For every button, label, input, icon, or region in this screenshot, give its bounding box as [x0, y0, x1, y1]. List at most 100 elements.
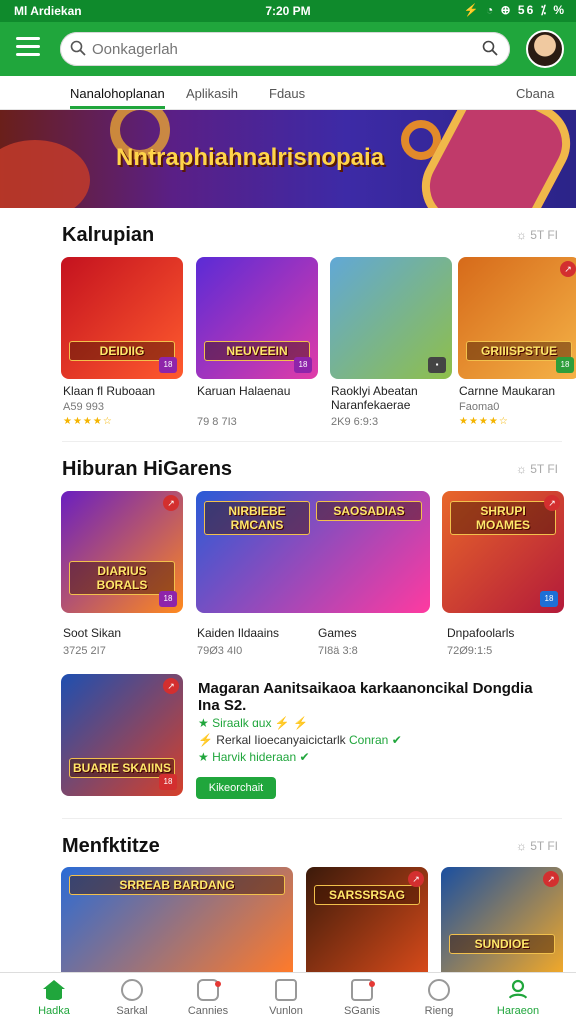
top-tabs: Nanalohoplanan Aplikasih Fdaus Cbana [0, 76, 576, 110]
section-more-link[interactable]: ☼ 5T FI [516, 839, 558, 853]
app-bar [0, 22, 576, 76]
featured-line: ★ Harvik hideraan ✔ [198, 750, 310, 764]
nav-label: SGanis [343, 1005, 381, 1017]
search-submit-icon[interactable] [482, 40, 498, 56]
app-meta: 7I8ä 3:8 [318, 645, 358, 657]
rating-stars: ★★★★☆ [63, 416, 113, 427]
notification-dot [369, 981, 375, 987]
app-meta: Faoma0 [459, 401, 500, 413]
nav-sarkal[interactable]: Sarkal [96, 979, 168, 1017]
app-name[interactable]: Carnne Maukaran [459, 384, 569, 398]
home-icon [43, 980, 65, 1000]
card-badge: 18 [294, 357, 312, 373]
card-corner-badge: ↗ [163, 495, 179, 511]
card-corner-badge: ↗ [544, 495, 560, 511]
card-corner-badge: ↗ [408, 871, 424, 887]
app-card-wide[interactable]: NIRBIEBE RMCANS SAOSADIAS [196, 491, 430, 613]
menu-icon[interactable] [16, 37, 40, 57]
app-meta: 72Ø9:1:5 [447, 645, 493, 657]
app-card[interactable]: DEIDIIG 18 [61, 257, 183, 379]
nav-label: Sarkal [116, 1005, 148, 1017]
featured-line-text: ⚡ Rerkal Iioecanyaicictarlk [198, 733, 346, 747]
card-art-title: SHRUPI MOAMES [450, 501, 556, 535]
card-badge: 18 [159, 357, 177, 373]
card-corner-badge: ↗ [163, 678, 179, 694]
app-card[interactable]: SARSSRSAG ↗ [306, 867, 428, 972]
nav-rieng[interactable]: Rieng [403, 979, 475, 1017]
featured-line-text: ★ Siraalk ɑux ⚡ ⚡ [198, 716, 309, 730]
nav-profile[interactable]: Haraeon [482, 979, 554, 1017]
search-icon [70, 40, 86, 56]
app-name[interactable]: Karuan Halaenau [197, 384, 322, 398]
app-meta: 79 8 7I3 [197, 416, 237, 428]
app-meta: A59 993 [63, 401, 104, 413]
nav-label: Rieng [424, 1005, 454, 1017]
section-more-link[interactable]: ☼ 5T FI [516, 228, 558, 242]
app-card[interactable]: SHRUPI MOAMES ↗ 18 [442, 491, 564, 613]
app-meta: 3725 2I7 [63, 645, 106, 657]
section-divider [62, 441, 562, 442]
app-name[interactable]: Raoklyi Abeatan Naranfekaerae [331, 384, 451, 412]
nav-label: Vunlon [269, 1005, 303, 1017]
promo-banner[interactable]: Nntraphiahnalrisnopaia [0, 110, 576, 208]
search-input[interactable] [92, 39, 472, 59]
tab-apps[interactable]: Aplikasih [186, 86, 238, 101]
section-title: Menfktitze [62, 835, 160, 857]
card-badge: 18 [159, 591, 177, 607]
featured-card[interactable]: BUARIE SKAIINS ↗ 18 [61, 674, 183, 796]
tab-home[interactable]: Nanalohoplanan [70, 86, 165, 109]
search-bar[interactable] [60, 32, 510, 66]
card-art-title: SAOSADIAS [316, 501, 422, 521]
nav-label: Cannies [187, 1005, 229, 1017]
card-badge: 18 [159, 774, 177, 790]
card-badge: 18 [540, 591, 558, 607]
section-title: Hiburan HiGarens [62, 458, 233, 480]
notifications-icon [428, 979, 450, 1001]
rating-stars: ★★★★☆ [459, 416, 509, 427]
profile-icon [507, 979, 529, 1001]
app-name[interactable]: Klaan fl Ruboaan [63, 384, 188, 398]
featured-title[interactable]: Magaran Aanitsaikaoa karkaanoncikal Dong… [198, 680, 538, 714]
nav-sganis[interactable]: SGanis [326, 979, 398, 1017]
card-badge: ▪ [428, 357, 446, 373]
section-divider [62, 818, 562, 819]
card-art-title: SUNDIOE [449, 934, 555, 954]
app-card-wide[interactable]: SRREAB BARDANG [61, 867, 293, 972]
app-card[interactable]: NEUVEEIN 18 [196, 257, 318, 379]
banner-title: Nntraphiahnalrisnopaia [116, 144, 385, 171]
tab-cbana[interactable]: Cbana [516, 86, 554, 101]
app-name[interactable]: Games [318, 626, 357, 640]
app-card[interactable]: GRIIISPSTUE ↗ 18 [458, 257, 576, 379]
section-more-link[interactable]: ☼ 5T FI [516, 462, 558, 476]
app-card[interactable]: DIARIUS BORALS ↗ 18 [61, 491, 183, 613]
card-corner-badge: ↗ [560, 261, 576, 277]
app-name[interactable]: Soot Sikan [63, 626, 121, 640]
install-button[interactable]: Kikeorchait [196, 777, 276, 799]
bottom-nav: Hadka Sarkal Cannies Vunlon SGanis Rieng… [0, 972, 576, 1024]
nav-games[interactable]: Cannies [172, 979, 244, 1017]
nav-label: Hadka [38, 1005, 70, 1017]
section-title: Kalrupian [62, 224, 155, 246]
status-icons: ⚡ ◔ ⊕ 56 ⁒ % [463, 3, 566, 17]
compass-icon [121, 979, 143, 1001]
card-corner-badge: ↗ [543, 871, 559, 887]
nav-label: Haraeon [496, 1005, 540, 1017]
card-art-title: DIARIUS BORALS [69, 561, 175, 595]
app-name[interactable]: Dnpafoolarls [447, 626, 514, 640]
nav-home[interactable]: Hadka [18, 979, 90, 1017]
apps-icon [275, 979, 297, 1001]
featured-line: ⚡ Rerkal Iioecanyaicictarlk Conran ✔ [198, 733, 402, 747]
app-meta: 2K9 6:9:3 [331, 416, 379, 428]
app-card[interactable]: ▪ [330, 257, 452, 379]
nav-vunlon[interactable]: Vunlon [250, 979, 322, 1017]
avatar[interactable] [526, 30, 564, 68]
card-art-title: SARSSRSAG [314, 885, 420, 905]
app-name[interactable]: Kaiden Ildaains [197, 626, 279, 640]
featured-line-text: Conran ✔ [349, 733, 402, 747]
card-art-title: NIRBIEBE RMCANS [204, 501, 310, 535]
tab-fdaus[interactable]: Fdaus [269, 86, 305, 101]
card-art-title: SRREAB BARDANG [69, 875, 285, 895]
status-bar: Ml Ardiekan 7:20 PM ⚡ ◔ ⊕ 56 ⁒ % [0, 0, 576, 22]
card-badge: 18 [556, 357, 574, 373]
app-card[interactable]: SUNDIOE ↗ [441, 867, 563, 972]
